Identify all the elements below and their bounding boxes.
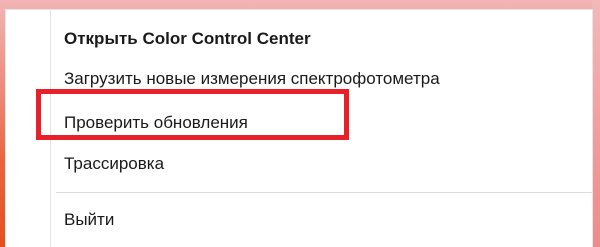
menu-item-load-spectrophotometer-measurements[interactable]: Загрузить новые измерения спектрофотомет… <box>64 69 440 89</box>
highlight-annotation-box <box>36 89 349 140</box>
window-frame-right-edge <box>592 0 600 247</box>
menu-separator <box>56 192 592 193</box>
menu-item-open-color-control-center[interactable]: Открыть Color Control Center <box>64 29 311 49</box>
menu-item-exit[interactable]: Выйти <box>64 210 114 230</box>
menu-item-tracing[interactable]: Трассировка <box>64 154 164 174</box>
